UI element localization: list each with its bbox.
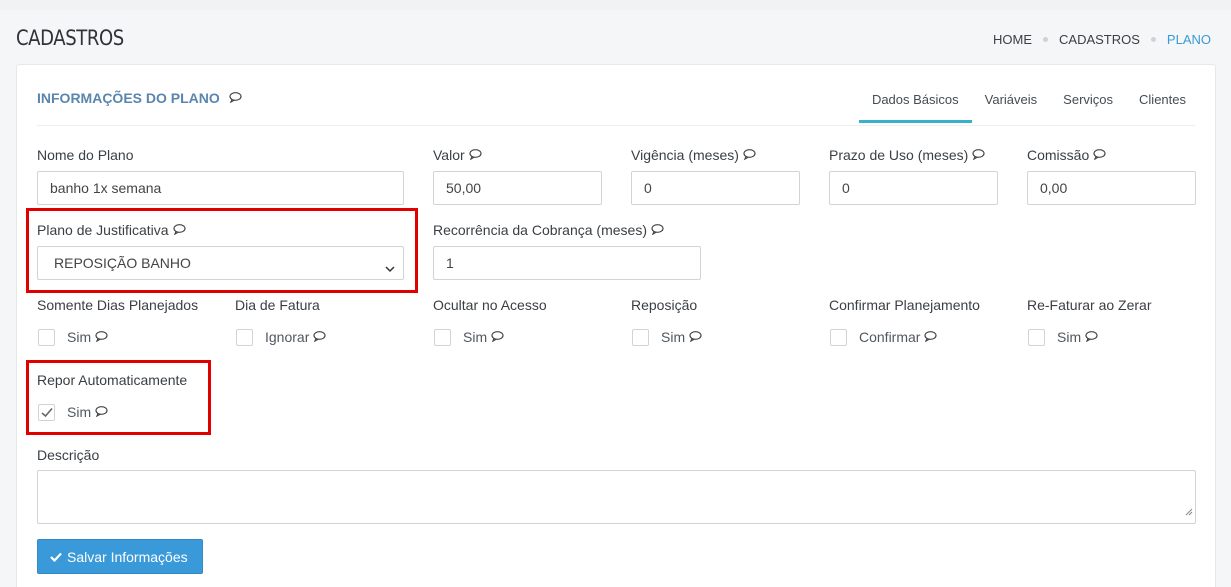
header-divider [37, 125, 1195, 126]
reposicao-label: Reposição [631, 297, 698, 313]
tab-variaveis[interactable]: Variáveis [972, 89, 1051, 123]
dia-fatura-checkbox[interactable] [236, 329, 253, 346]
breadcrumb-separator [1043, 37, 1049, 42]
nome-plano-label-text: Nome do Plano [37, 147, 134, 163]
resize-handle-icon[interactable] [1185, 503, 1193, 521]
confirmar-planejamento-option-text: Confirmar [859, 329, 921, 345]
plano-justificativa-select[interactable]: REPOSIÇÃO BANHO [37, 246, 404, 280]
comment-icon[interactable] [313, 329, 326, 345]
comissao-label-text: Comissão [1027, 147, 1090, 163]
ocultar-acesso-option-text: Sim [463, 329, 488, 345]
repor-automaticamente-label: Repor Automaticamente [37, 372, 188, 388]
comment-icon[interactable] [651, 222, 664, 238]
confirmar-planejamento-checkbox[interactable] [830, 329, 847, 346]
recorrencia-label: Recorrência da Cobrança (meses) [433, 222, 664, 238]
refaturar-option[interactable]: Sim [1057, 329, 1098, 345]
check-icon [50, 552, 62, 562]
tab-servicos[interactable]: Serviços [1050, 89, 1126, 123]
ocultar-acesso-label: Ocultar no Acesso [433, 297, 547, 313]
reposicao-option-text: Sim [661, 329, 686, 345]
descricao-textarea[interactable] [37, 470, 1196, 524]
reposicao-checkbox[interactable] [632, 329, 649, 346]
dia-fatura-option-text: Ignorar [265, 329, 310, 345]
reposicao-option[interactable]: Sim [661, 329, 702, 345]
repor-automaticamente-checkbox[interactable] [38, 404, 55, 421]
somente-dias-option-text: Sim [67, 329, 92, 345]
plano-justificativa-label-text: Plano de Justificativa [37, 222, 169, 238]
save-button[interactable]: Salvar Informações [37, 539, 203, 574]
prazo-uso-label: Prazo de Uso (meses) [829, 147, 985, 163]
valor-label-text: Valor [433, 147, 465, 163]
comment-icon[interactable] [972, 147, 985, 163]
check-icon [41, 407, 53, 418]
card-title: INFORMAÇÕES DO PLANO [37, 90, 242, 106]
comment-icon[interactable] [1085, 329, 1098, 345]
comment-icon[interactable] [743, 147, 756, 163]
card-title-text: INFORMAÇÕES DO PLANO [37, 90, 220, 106]
somente-dias-option[interactable]: Sim [67, 329, 108, 345]
descricao-label: Descrição [37, 447, 100, 463]
comment-icon[interactable] [491, 329, 504, 345]
breadcrumb-home[interactable]: HOME [993, 32, 1032, 47]
vigencia-input[interactable]: 0 [631, 171, 800, 205]
refaturar-checkbox[interactable] [1028, 329, 1045, 346]
comment-icon[interactable] [689, 329, 702, 345]
confirmar-planejamento-label: Confirmar Planejamento [829, 297, 980, 313]
plan-info-card: INFORMAÇÕES DO PLANO Dados Básicos Variá… [16, 64, 1216, 587]
ocultar-acesso-option[interactable]: Sim [463, 329, 504, 345]
breadcrumb-cadastros[interactable]: CADASTROS [1059, 32, 1140, 47]
somente-dias-checkbox[interactable] [38, 329, 55, 346]
confirmar-planejamento-option[interactable]: Confirmar [859, 329, 938, 345]
repor-automaticamente-option-text: Sim [67, 404, 92, 420]
tab-bar: Dados Básicos Variáveis Serviços Cliente… [858, 89, 1199, 123]
tab-clientes[interactable]: Clientes [1126, 89, 1199, 123]
somente-dias-label: Somente Dias Planejados [37, 297, 199, 313]
breadcrumb-separator [1150, 37, 1156, 42]
plano-justificativa-selected: REPOSIÇÃO BANHO [54, 255, 191, 271]
vigencia-label: Vigência (meses) [631, 147, 756, 163]
prazo-uso-input[interactable]: 0 [829, 171, 998, 205]
vigencia-label-text: Vigência (meses) [631, 147, 739, 163]
ocultar-acesso-checkbox[interactable] [434, 329, 451, 346]
save-button-label: Salvar Informações [67, 548, 188, 565]
breadcrumb-plano: PLANO [1166, 32, 1211, 47]
comissao-input[interactable]: 0,00 [1027, 171, 1196, 205]
comment-icon[interactable] [924, 329, 938, 345]
dia-fatura-label: Dia de Fatura [235, 297, 320, 313]
recorrencia-input[interactable]: 1 [433, 246, 701, 280]
plano-justificativa-label: Plano de Justificativa [37, 222, 186, 238]
nome-plano-label: Nome do Plano [37, 147, 134, 163]
repor-automaticamente-option[interactable]: Sim [67, 404, 108, 420]
recorrencia-label-text: Recorrência da Cobrança (meses) [433, 222, 647, 238]
comment-icon[interactable] [229, 90, 242, 106]
comment-icon[interactable] [172, 222, 186, 238]
nome-plano-input[interactable]: banho 1x semana [37, 171, 404, 205]
dia-fatura-option[interactable]: Ignorar [265, 329, 326, 345]
chevron-down-icon [385, 260, 395, 276]
breadcrumb: HOME CADASTROS PLANO [993, 32, 1211, 47]
valor-label: Valor [433, 147, 482, 163]
top-band [0, 0, 1231, 10]
refaturar-label: Re-Faturar ao Zerar [1027, 297, 1152, 313]
comment-icon[interactable] [95, 329, 108, 345]
comissao-label: Comissão [1027, 147, 1106, 163]
comment-icon[interactable] [1093, 147, 1106, 163]
page-title: CADASTROS [16, 26, 124, 50]
refaturar-option-text: Sim [1057, 329, 1082, 345]
prazo-uso-label-text: Prazo de Uso (meses) [829, 147, 969, 163]
comment-icon[interactable] [95, 404, 108, 420]
comment-icon[interactable] [469, 147, 482, 163]
valor-input[interactable]: 50,00 [433, 171, 602, 205]
tab-dados-basicos[interactable]: Dados Básicos [858, 89, 972, 123]
